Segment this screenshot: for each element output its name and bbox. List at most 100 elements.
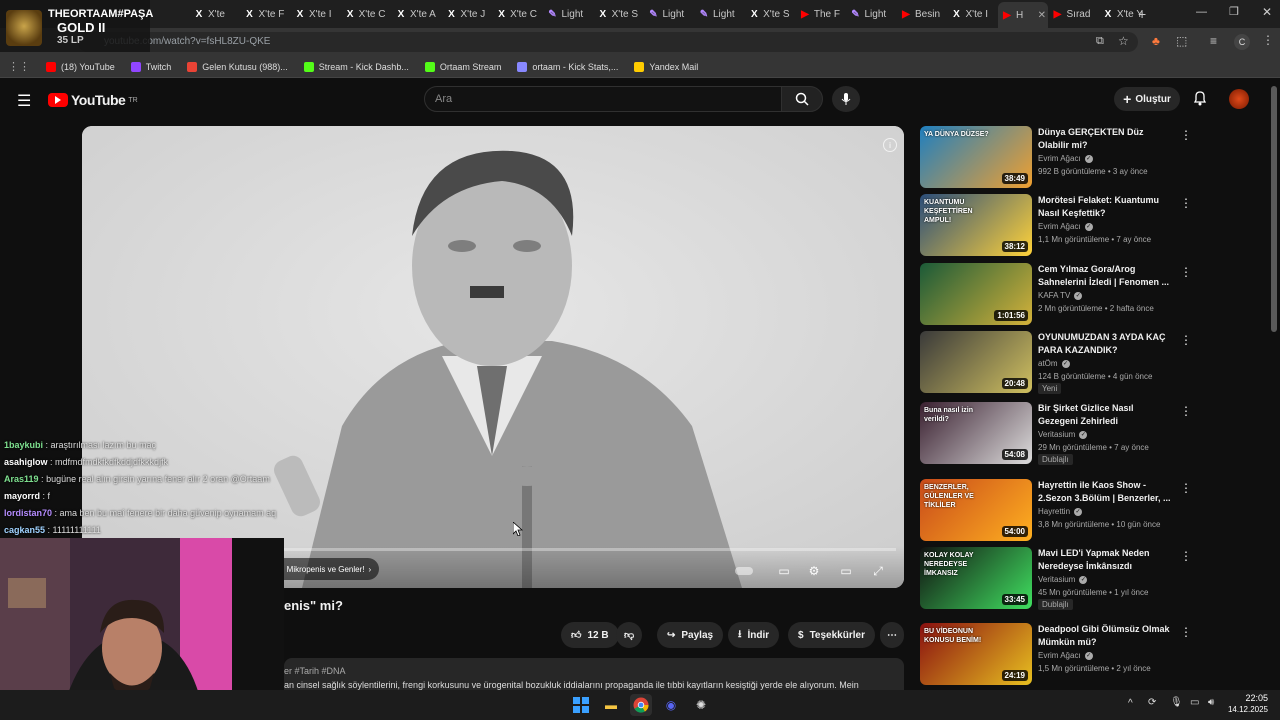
subtitles-icon[interactable]: ▭ [774, 562, 794, 580]
like-button[interactable]: 👍︎ 12 B [561, 622, 619, 648]
more-options-icon[interactable]: ⋮ [1180, 265, 1192, 279]
video-thumbnail[interactable]: BENZERLER, GÜLENLER VE TİKLİLER 54:00 [920, 479, 1032, 541]
browser-tab[interactable]: ✎ Light [645, 4, 695, 24]
browser-tab[interactable]: X X'te I [291, 4, 341, 24]
browser-tab[interactable]: ▶ The F [796, 4, 846, 24]
browser-tab[interactable]: X X'te J [443, 4, 493, 24]
bookmark-item[interactable]: Stream - Kick Dashb... [296, 61, 417, 72]
recommendation-item[interactable]: BU VİDEONUN KONUSU BENİM! 24:19 Deadpool G… [920, 623, 1192, 687]
scrollbar-thumb[interactable] [1271, 86, 1277, 332]
browser-tab[interactable]: ▶ Sırad [1049, 4, 1099, 24]
video-thumbnail[interactable]: 1:01:56 [920, 263, 1032, 325]
browser-tab[interactable]: ▶ Besin [897, 4, 947, 24]
browser-tab[interactable]: X X'te [190, 4, 240, 24]
minimize-button[interactable]: — [1196, 6, 1207, 18]
recommendation-item[interactable]: 1:01:56 Cem Yılmaz Gora/Arog Sahnelerini … [920, 263, 1192, 327]
browser-tab[interactable]: X X'te A [392, 4, 442, 24]
chapter-button[interactable]: r, Mikropenis ve Genler! › [272, 558, 380, 580]
microphone-tray-icon[interactable]: 🎙︎ [1170, 697, 1183, 708]
browser-tab[interactable]: ✎ Light [544, 4, 594, 24]
progress-bar[interactable] [272, 548, 896, 551]
voice-search-button[interactable] [832, 86, 860, 112]
share-button[interactable]: ↪ Paylaş [657, 622, 724, 648]
browser-tab[interactable]: X X'te C [342, 4, 392, 24]
new-tab-button[interactable]: + [1138, 6, 1146, 22]
create-button[interactable]: + Oluştur [1114, 87, 1180, 111]
more-options-icon[interactable]: ⋮ [1180, 625, 1192, 639]
media-control-icon[interactable]: ≡ [1210, 34, 1217, 48]
dislike-button[interactable]: 👎︎ [616, 622, 643, 648]
browser-tab[interactable]: X X'te F [241, 4, 291, 24]
address-bar[interactable]: youtube.com/watch?v=fsHL8ZU-QKE [78, 32, 1138, 52]
recommendation-item[interactable]: KOLAY KOLAY NEREDEYSE İMKANSIZ 33:45 Mavi … [920, 547, 1192, 611]
more-options-icon[interactable]: ⋮ [1180, 196, 1192, 210]
search-button[interactable] [781, 86, 823, 112]
volume-icon[interactable]: 🔊︎ [1208, 697, 1214, 708]
video-title[interactable]: Mavi LED'i Yapmak Neden Neredeyse İmkâns… [1038, 547, 1174, 573]
browser-menu-icon[interactable]: ⋮ [1262, 33, 1274, 47]
network-icon[interactable]: ▭ [1190, 697, 1199, 708]
extensions-puzzle-icon[interactable]: ⬚ [1176, 34, 1187, 48]
apps-grid-icon[interactable]: ⋮⋮ [0, 60, 38, 73]
browser-tab[interactable]: ✎ Light [695, 4, 745, 24]
browser-tab[interactable]: ✎ Light [847, 4, 897, 24]
channel-name[interactable]: Evrim Ağacı ✓ [1038, 222, 1093, 231]
browser-tab[interactable]: X X'te C [493, 4, 543, 24]
bookmark-star-icon[interactable]: ☆ [1118, 34, 1129, 48]
chrome-icon[interactable] [630, 694, 652, 716]
video-title[interactable]: Hayrettin ile Kaos Show - 2.Sezon 3.Bölü… [1038, 479, 1174, 505]
autoplay-toggle[interactable] [734, 562, 754, 580]
recommendation-item[interactable]: 20:48 OYUNUMUZDAN 3 AYDA KAÇ PARA KAZANDI… [920, 331, 1192, 395]
video-thumbnail[interactable]: Buna nasıl izin verildi? 54:08 [920, 402, 1032, 464]
bookmark-item[interactable]: Yandex Mail [626, 61, 706, 72]
chevron-up-icon[interactable]: ^ [1128, 698, 1133, 709]
video-thumbnail[interactable]: KUANTUMU KEŞFETTİREN AMPUL! 38:12 [920, 194, 1032, 256]
channel-name[interactable]: Hayrettin ✓ [1038, 507, 1083, 516]
extension-icon[interactable]: ♣ [1152, 34, 1160, 48]
bookmark-item[interactable]: (18) YouTube [38, 61, 123, 72]
close-window-button[interactable]: ✕ [1262, 5, 1272, 19]
video-thumbnail[interactable]: KOLAY KOLAY NEREDEYSE İMKANSIZ 33:45 [920, 547, 1032, 609]
recommendation-item[interactable]: KUANTUMU KEŞFETTİREN AMPUL! 38:12 Morötesi… [920, 194, 1192, 258]
install-app-icon[interactable]: ⧉ [1096, 35, 1104, 48]
clock-time[interactable]: 22:05 [1238, 693, 1268, 703]
settings-gear-icon[interactable]: ⚙ [804, 562, 824, 580]
video-thumbnail[interactable]: 20:48 [920, 331, 1032, 393]
sync-icon[interactable]: ⟳ [1148, 697, 1156, 708]
video-title[interactable]: Morötesi Felaket: Kuantumu Nasıl Keşfett… [1038, 194, 1174, 220]
video-title[interactable]: Bir Şirket Gizlice Nasıl Gezegeni Zehirl… [1038, 402, 1174, 428]
video-thumbnail[interactable]: YA DÜNYA DÜZSE? 38:49 [920, 126, 1032, 188]
recommendation-item[interactable]: YA DÜNYA DÜZSE? 38:49 Dünya GERÇEKTEN Düz … [920, 126, 1192, 190]
bookmark-item[interactable]: Twitch [123, 61, 180, 72]
video-title[interactable]: OYUNUMUZDAN 3 AYDA KAÇ PARA KAZANDIK? [1038, 331, 1174, 357]
discord-icon[interactable]: ◉ [660, 694, 682, 716]
more-options-icon[interactable]: ⋮ [1180, 549, 1192, 563]
channel-name[interactable]: Evrim Ağacı ✓ [1038, 651, 1093, 660]
app-icon[interactable]: ✺ [690, 694, 712, 716]
theater-mode-icon[interactable]: ▭ [836, 562, 856, 580]
file-explorer-icon[interactable]: ▬ [600, 694, 622, 716]
channel-name[interactable]: Evrim Ağacı ✓ [1038, 154, 1093, 163]
more-options-icon[interactable]: ⋮ [1180, 404, 1192, 418]
browser-tab[interactable]: X X'te S [594, 4, 644, 24]
video-title[interactable]: Cem Yılmaz Gora/Arog Sahnelerini İzledi … [1038, 263, 1174, 289]
search-input[interactable]: Ara [424, 86, 782, 112]
notifications-bell-icon[interactable] [1193, 90, 1207, 111]
bookmark-item[interactable]: ortaam - Kick Stats,... [509, 61, 626, 72]
youtube-logo[interactable]: YouTube TR [48, 92, 138, 108]
fullscreen-icon[interactable]: ⤢ [868, 562, 888, 580]
recommendation-item[interactable]: BENZERLER, GÜLENLER VE TİKLİLER 54:00 Hayr… [920, 479, 1192, 543]
clock-date[interactable]: 14.12.2025 [1224, 705, 1268, 714]
close-tab-icon[interactable]: ✕ [1038, 10, 1048, 21]
more-options-icon[interactable]: ⋮ [1180, 333, 1192, 347]
channel-name[interactable]: Veritasium ✓ [1038, 430, 1088, 439]
thanks-button[interactable]: $ Teşekkürler [788, 622, 875, 648]
browser-tab[interactable]: ▶ H ✕ [998, 2, 1048, 28]
browser-tab[interactable]: X X'te I [948, 4, 998, 24]
windows-start-icon[interactable] [570, 694, 592, 716]
video-title[interactable]: Dünya GERÇEKTEN Düz Olabilir mi? [1038, 126, 1174, 152]
profile-avatar[interactable]: C [1234, 34, 1250, 50]
video-thumbnail[interactable]: BU VİDEONUN KONUSU BENİM! 24:19 [920, 623, 1032, 685]
info-icon[interactable]: i [883, 138, 897, 152]
video-player[interactable]: r, Mikropenis ve Genler! › i ▭ ⚙ ▭ ⤢ [82, 126, 904, 588]
